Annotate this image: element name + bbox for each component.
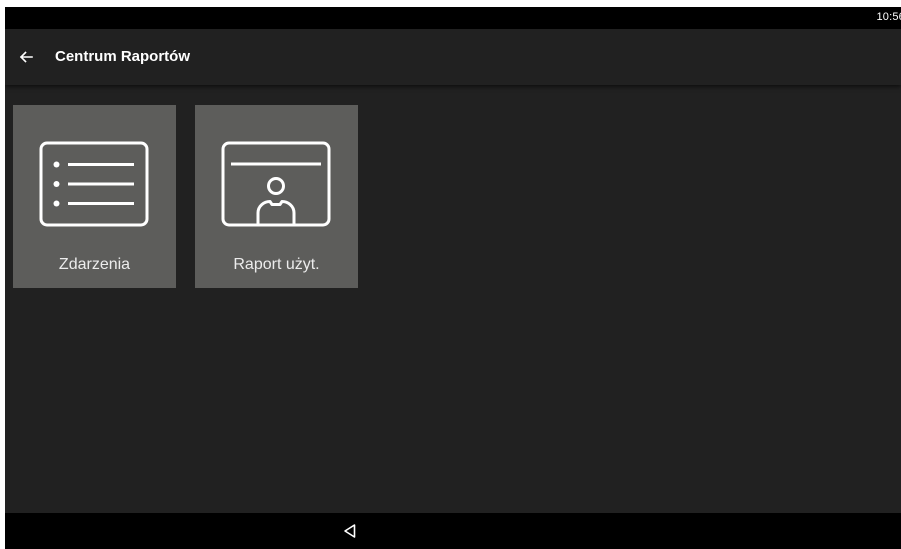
tile-label: Raport użyt. [233, 256, 320, 273]
page-title: Centrum Raportów [55, 48, 190, 65]
tile-raport-uzyt[interactable]: Raport użyt. [195, 105, 358, 288]
screen: 10:56 Centrum Raportów Zdarzenia Rapo [5, 7, 901, 549]
nav-back-triangle-icon[interactable] [341, 522, 359, 540]
list-icon [39, 141, 149, 227]
app-bar: Centrum Raportów [5, 29, 901, 85]
navigation-bar [5, 513, 901, 549]
status-time: 10:56 [876, 11, 901, 23]
arrow-back-icon [19, 51, 33, 63]
tile-zdarzenia[interactable]: Zdarzenia [13, 105, 176, 288]
back-button[interactable] [15, 46, 37, 68]
user-report-icon [221, 141, 331, 227]
tile-label: Zdarzenia [58, 256, 131, 273]
status-bar: 10:56 [5, 7, 901, 29]
